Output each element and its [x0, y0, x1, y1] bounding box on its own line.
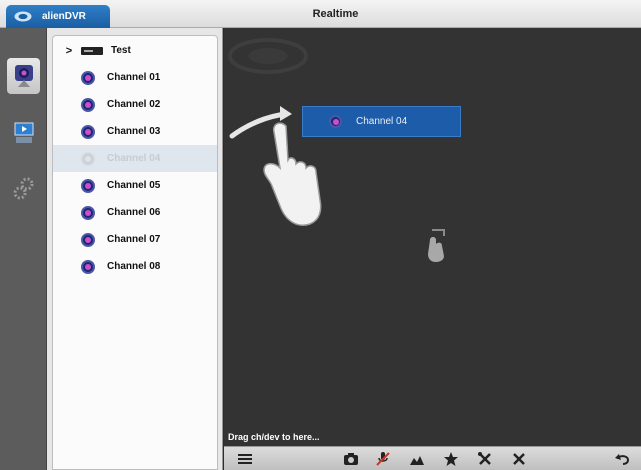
camera-icon: [81, 178, 95, 193]
rail-realtime-button[interactable]: [7, 58, 40, 94]
camera-snapshot-icon: [344, 453, 358, 465]
tree-channel-02[interactable]: Channel 02: [53, 91, 217, 118]
tree-channel-01[interactable]: Channel 01: [53, 64, 217, 91]
close-all-button[interactable]: [510, 450, 528, 468]
drag-hint-text: Drag ch/dev to here...: [228, 432, 320, 442]
tree-channel-05[interactable]: Channel 05: [53, 172, 217, 199]
dragging-channel-chip: Channel 04: [302, 106, 461, 137]
watermark-logo-icon: [228, 38, 308, 74]
drop-target-hand-icon: [428, 229, 445, 262]
back-button[interactable]: [614, 450, 632, 468]
device-label: Test: [111, 45, 131, 56]
back-icon: [615, 454, 630, 465]
tree-channel-07[interactable]: Channel 07: [53, 226, 217, 253]
chevron-right-icon[interactable]: >: [61, 45, 77, 57]
tools-icon: [478, 452, 491, 465]
ptz-icon: [410, 456, 424, 465]
left-rail: [0, 28, 47, 470]
tools-button[interactable]: [476, 450, 494, 468]
channel-label: Channel 03: [107, 126, 161, 137]
layout-icon: [238, 454, 252, 464]
gears-icon: [13, 177, 33, 199]
channel-label: Channel 06: [107, 207, 161, 218]
close-icon: [513, 453, 525, 465]
camera-icon: [81, 124, 95, 139]
channel-label: Channel 02: [107, 99, 161, 110]
dragging-channel-label: Channel 04: [356, 116, 408, 127]
rail-settings-button[interactable]: [8, 173, 39, 204]
camera-icon: [81, 259, 95, 274]
layout-button[interactable]: [236, 450, 254, 468]
device-panel: > Test Channel 01 Channel 02 Channel 03 …: [47, 28, 223, 470]
channel-label: Channel 01: [107, 72, 161, 83]
rail-playback-button[interactable]: [8, 118, 39, 149]
channel-label: Channel 04: [107, 153, 161, 164]
video-viewport[interactable]: Channel 04 Drag ch/dev to here...: [224, 28, 641, 446]
channel-label: Channel 08: [107, 261, 161, 272]
mic-mute-icon: [376, 452, 390, 466]
bottom-toolbar: [224, 446, 641, 470]
star-icon: [444, 452, 458, 466]
mute-button[interactable]: [374, 450, 392, 468]
channel-label: Channel 07: [107, 234, 161, 245]
camera-icon: [81, 205, 95, 220]
camera-icon: [81, 232, 95, 247]
camera-icon: [81, 97, 95, 112]
camera-icon: [329, 115, 342, 128]
tree-channel-06[interactable]: Channel 06: [53, 199, 217, 226]
drag-hand-gesture-icon: [229, 106, 322, 226]
tree-channel-03[interactable]: Channel 03: [53, 118, 217, 145]
camera-icon: [81, 70, 95, 85]
device-tree: > Test Channel 01 Channel 02 Channel 03 …: [52, 35, 218, 470]
title-bar: alienDVR Realtime: [0, 0, 641, 28]
tree-channel-08[interactable]: Channel 08: [53, 253, 217, 280]
playback-icon: [14, 122, 33, 143]
camera-icon: [14, 65, 33, 87]
favorite-button[interactable]: [442, 450, 460, 468]
channel-label: Channel 05: [107, 180, 161, 191]
tree-channel-04[interactable]: Channel 04: [53, 145, 217, 172]
snapshot-button[interactable]: [342, 450, 360, 468]
dvr-device-icon: [81, 46, 103, 55]
page-title: Realtime: [312, 8, 359, 20]
ptz-button[interactable]: [408, 450, 426, 468]
camera-icon: [81, 151, 95, 166]
tree-device-test[interactable]: > Test: [53, 37, 217, 64]
